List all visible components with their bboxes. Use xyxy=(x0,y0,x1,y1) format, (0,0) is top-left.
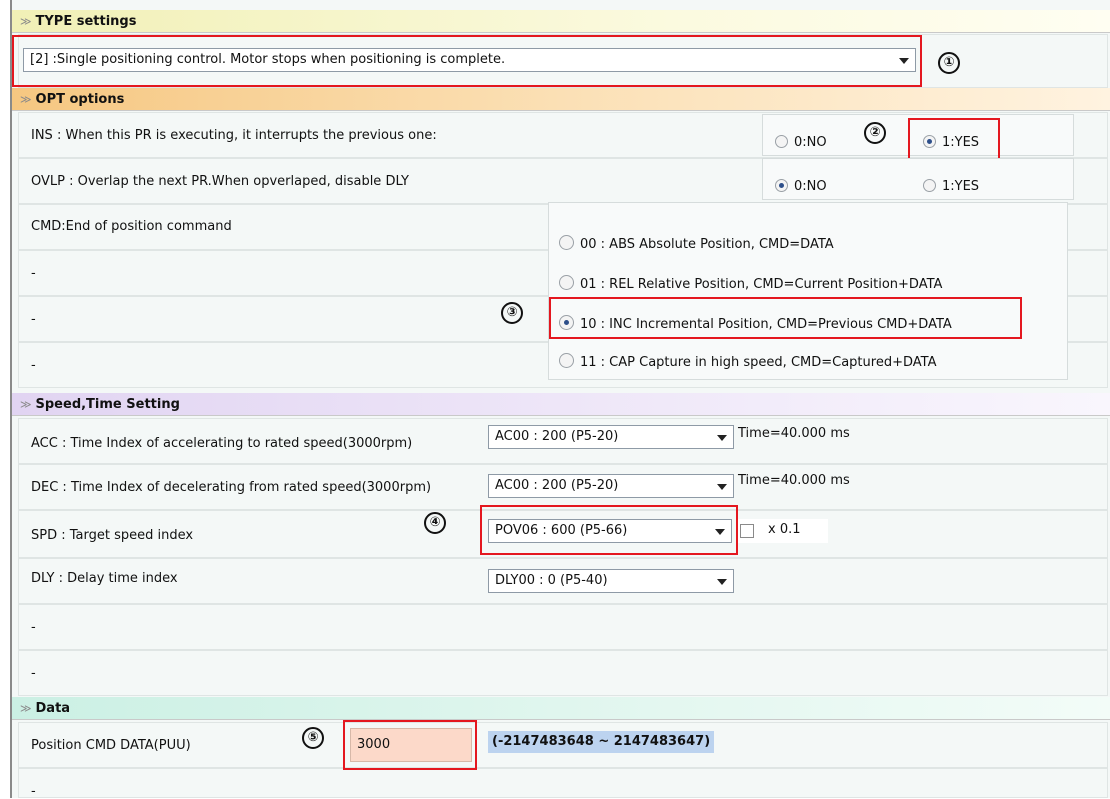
position-label: Position CMD DATA(PUU) xyxy=(31,738,191,753)
cmd-option-label: 11 : CAP Capture in high speed, CMD=Capt… xyxy=(580,355,937,370)
annotation-marker-1: ① xyxy=(938,52,960,74)
blank-dash: - xyxy=(31,784,36,799)
speed-blank-row: - xyxy=(18,650,1108,696)
dec-dropdown-value: AC00 : 200 (P5-20) xyxy=(495,478,619,493)
radio-icon[interactable] xyxy=(775,135,788,148)
ovlp-label: OVLP : Overlap the next PR.When opverlap… xyxy=(31,174,409,189)
ovlp-radio-group: 0:NO 1:YES xyxy=(762,158,1074,200)
dropdown-arrow-icon[interactable] xyxy=(717,435,727,441)
multiplier-checkbox[interactable] xyxy=(740,524,754,538)
collapse-chevron-icon[interactable]: ≫ xyxy=(20,702,32,715)
acc-dropdown-value: AC00 : 200 (P5-20) xyxy=(495,429,619,444)
acc-dropdown[interactable]: AC00 : 200 (P5-20) xyxy=(488,425,734,449)
type-settings-header[interactable]: ≫ TYPE settings xyxy=(12,10,1110,33)
dropdown-arrow-icon[interactable] xyxy=(717,579,727,585)
annotation-box-3 xyxy=(549,297,1022,339)
ovlp-radio-no[interactable]: 0:NO xyxy=(775,178,827,196)
annotation-box-4 xyxy=(480,505,738,555)
cmd-option-label: 01 : REL Relative Position, CMD=Current … xyxy=(580,277,943,292)
acc-time-text: Time=40.000 ms xyxy=(738,426,850,441)
collapse-chevron-icon[interactable]: ≫ xyxy=(20,398,32,411)
cmd-option-label: 00 : ABS Absolute Position, CMD=DATA xyxy=(580,237,834,252)
multiplier-box: x 0.1 xyxy=(736,519,828,543)
radio-icon[interactable] xyxy=(923,179,936,192)
ovlp-yes-label: 1:YES xyxy=(942,179,980,194)
dropdown-arrow-icon[interactable] xyxy=(717,484,727,490)
cmd-option-abs[interactable]: 00 : ABS Absolute Position, CMD=DATA xyxy=(559,235,834,253)
annotation-marker-5: ⑤ xyxy=(302,727,324,749)
radio-icon[interactable] xyxy=(559,235,574,250)
dec-label: DEC : Time Index of decelerating from ra… xyxy=(31,480,432,495)
ins-label: INS : When this PR is executing, it inte… xyxy=(31,128,437,143)
acc-label: ACC : Time Index of accelerating to rate… xyxy=(31,436,413,451)
ins-no-label: 0:NO xyxy=(794,135,827,150)
speed-time-title: Speed,Time Setting xyxy=(35,397,180,412)
position-range-text: (-2147483648 ~ 2147483647) xyxy=(488,731,715,753)
blank-dash: - xyxy=(31,666,36,681)
blank-dash: - xyxy=(31,620,36,635)
speed-time-header[interactable]: ≫ Speed,Time Setting xyxy=(12,393,1110,416)
data-title: Data xyxy=(35,701,71,716)
dec-dropdown[interactable]: AC00 : 200 (P5-20) xyxy=(488,474,734,498)
collapse-chevron-icon[interactable]: ≫ xyxy=(20,93,32,106)
blank-dash: - xyxy=(31,266,36,281)
ovlp-radio-yes[interactable]: 1:YES xyxy=(923,178,979,196)
cmd-label: CMD:End of position command xyxy=(31,219,232,234)
radio-icon[interactable] xyxy=(559,275,574,290)
blank-dash: - xyxy=(31,358,36,373)
data-blank-row: - xyxy=(18,768,1108,799)
radio-icon[interactable] xyxy=(559,353,574,368)
annotation-marker-4: ④ xyxy=(424,512,446,534)
opt-options-header[interactable]: ≫ OPT options xyxy=(12,88,1110,111)
radio-selected-icon[interactable] xyxy=(775,179,788,192)
cmd-radio-group: 00 : ABS Absolute Position, CMD=DATA 01 … xyxy=(548,202,1068,380)
opt-options-title: OPT options xyxy=(35,92,125,107)
type-settings-title: TYPE settings xyxy=(35,14,137,29)
spd-label: SPD : Target speed index xyxy=(31,528,194,543)
blank-dash: - xyxy=(31,312,36,327)
multiplier-label: x 0.1 xyxy=(768,522,801,537)
data-header[interactable]: ≫ Data xyxy=(12,697,1110,720)
annotation-marker-3: ③ xyxy=(501,302,523,324)
dly-label: DLY : Delay time index xyxy=(31,571,178,586)
dec-time-text: Time=40.000 ms xyxy=(738,473,850,488)
dly-dropdown-value: DLY00 : 0 (P5-40) xyxy=(495,573,608,588)
cmd-option-rel[interactable]: 01 : REL Relative Position, CMD=Current … xyxy=(559,275,942,293)
collapse-chevron-icon[interactable]: ≫ xyxy=(20,15,32,28)
annotation-box-5 xyxy=(343,720,477,770)
dly-dropdown[interactable]: DLY00 : 0 (P5-40) xyxy=(488,569,734,593)
cmd-option-cap[interactable]: 11 : CAP Capture in high speed, CMD=Capt… xyxy=(559,353,936,371)
speed-blank-row: - xyxy=(18,604,1108,650)
ins-radio-no[interactable]: 0:NO xyxy=(775,134,827,152)
ovlp-no-label: 0:NO xyxy=(794,179,827,194)
annotation-marker-2: ② xyxy=(864,122,886,144)
annotation-box-1 xyxy=(12,35,922,87)
